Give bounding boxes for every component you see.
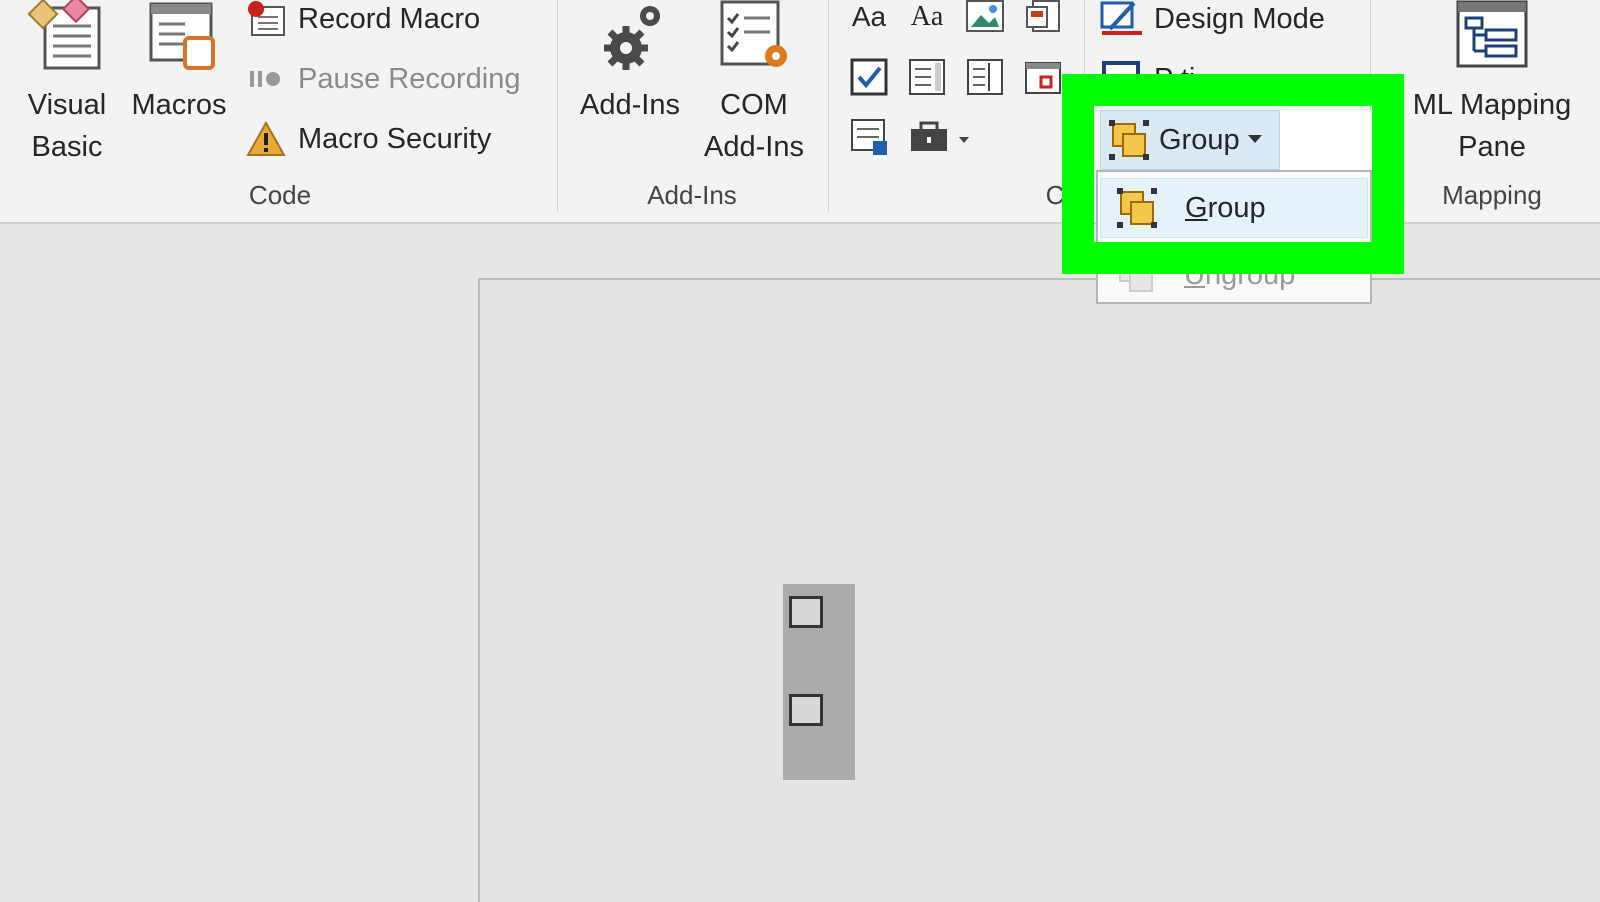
record-macro-button[interactable]: Record Macro — [244, 0, 480, 42]
properties-icon — [1100, 59, 1144, 99]
grouped-controls[interactable] — [783, 584, 855, 780]
group-label-mapping: Mapping — [1442, 180, 1542, 210]
group-icon — [1107, 118, 1151, 162]
combo-box-control-icon[interactable] — [906, 56, 948, 98]
group-dropdown-button[interactable]: Group — [1100, 110, 1280, 170]
macros-button[interactable]: Macros — [124, 0, 234, 126]
checkbox-control-icon[interactable] — [848, 56, 890, 98]
add-ins-label: Add-Ins — [580, 89, 680, 121]
group-label-add-ins: Add-Ins — [647, 180, 737, 210]
macros-label: Macros — [131, 89, 227, 121]
pause-recording-button[interactable]: Pause Recording — [244, 56, 520, 102]
properties-button[interactable]: P ti — [1100, 56, 1195, 102]
design-mode-button[interactable]: Design Mode — [1100, 0, 1325, 42]
com-add-ins-icon — [714, 0, 794, 72]
checkbox-control[interactable] — [789, 694, 823, 726]
checkbox-control[interactable] — [789, 596, 823, 628]
design-mode-label: Design Mode — [1154, 2, 1325, 35]
com-add-ins-label-line1: COM — [720, 89, 788, 121]
group-label-code: Code — [248, 180, 312, 210]
pause-recording-icon — [244, 59, 288, 99]
add-ins-icon — [590, 0, 670, 72]
group-icon — [1115, 186, 1159, 230]
menu-item-ungroup-label: Ungroup — [1184, 259, 1295, 292]
ribbon-row-background — [1280, 110, 1372, 170]
record-macro-label: Record Macro — [298, 2, 481, 35]
com-add-ins-button[interactable]: COM Add-Ins — [696, 0, 812, 168]
separator — [828, 0, 829, 212]
chevron-down-icon — [1247, 135, 1262, 145]
xml-mapping-pane-icon — [1452, 0, 1532, 72]
xml-mapping-pane-label-line2: Pane — [1458, 131, 1526, 163]
group-label-controls: C — [1045, 180, 1065, 210]
menu-item-group[interactable]: Group — [1100, 178, 1368, 238]
record-macro-icon — [244, 0, 288, 39]
separator — [557, 0, 558, 212]
add-ins-button[interactable]: Add-Ins — [572, 0, 688, 126]
menu-item-ungroup-accesskey: U — [1184, 258, 1205, 291]
menu-item-group-label-rest: roup — [1207, 191, 1266, 224]
visual-basic-icon — [27, 0, 107, 72]
separator — [1084, 0, 1085, 212]
properties-label: P ti — [1154, 62, 1196, 95]
drop-down-list-control-icon[interactable] — [964, 56, 1006, 98]
macro-security-icon — [244, 119, 288, 159]
macro-security-label: Macro Security — [298, 122, 492, 155]
building-block-control-icon[interactable] — [1022, 0, 1064, 38]
visual-basic-button[interactable]: Visual Basic — [22, 0, 112, 168]
rich-text-control-icon[interactable]: Aa — [848, 0, 890, 38]
menu-item-group-accesskey: G — [1185, 191, 1208, 224]
macros-icon — [139, 0, 219, 72]
xml-mapping-pane-label-line1: ML Mapping — [1412, 89, 1572, 121]
ungroup-icon — [1114, 253, 1158, 297]
com-add-ins-label-line2: Add-Ins — [704, 131, 804, 163]
menu-item-ungroup[interactable]: Ungroup — [1100, 245, 1368, 305]
date-picker-control-icon[interactable] — [1022, 56, 1064, 98]
group-dropdown-label: Group — [1159, 123, 1240, 156]
pause-recording-label: Pause Recording — [298, 62, 521, 95]
macro-security-button[interactable]: Macro Security — [244, 116, 491, 162]
visual-basic-label-line1: Visual — [27, 89, 107, 121]
legacy-tools-button[interactable] — [906, 116, 976, 158]
document-canvas[interactable] — [478, 278, 1600, 902]
picture-control-icon[interactable] — [964, 0, 1006, 38]
design-mode-icon — [1100, 0, 1144, 39]
visual-basic-label-line2: Basic — [31, 131, 103, 163]
plain-text-control-icon[interactable]: Aa — [906, 0, 948, 38]
menu-item-group-label: Group — [1185, 192, 1266, 225]
repeating-section-control-icon[interactable] — [848, 116, 890, 158]
xml-mapping-pane-button[interactable]: ML Mapping Pane — [1402, 0, 1582, 168]
menu-item-ungroup-label-rest: ngroup — [1204, 258, 1296, 291]
